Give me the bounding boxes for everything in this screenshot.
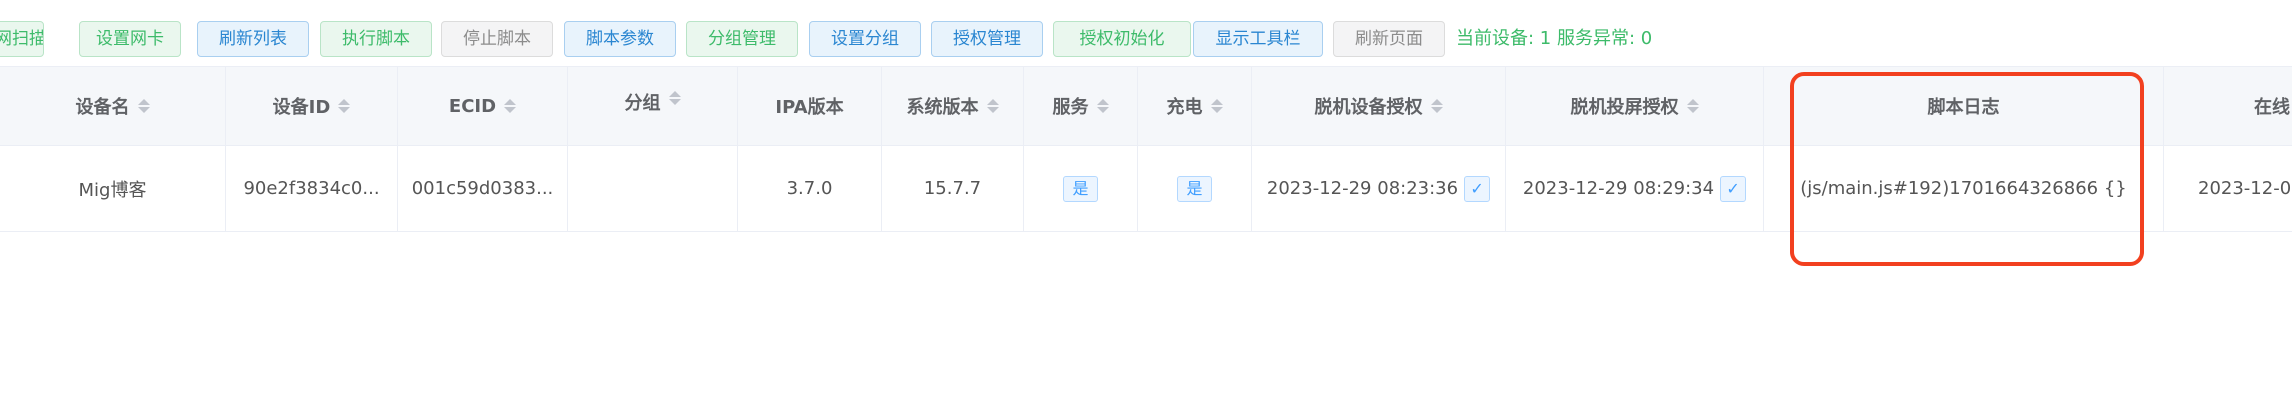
- column-header-device-name[interactable]: 设备名: [0, 67, 226, 145]
- cell-device-name: Mig博客: [0, 146, 226, 231]
- column-header-group[interactable]: 分组: [568, 67, 738, 145]
- column-label: ECID: [448, 95, 497, 117]
- column-header-online: 在线: [2164, 67, 2292, 145]
- column-header-script-log: 脚本日志: [1764, 67, 2164, 145]
- script-params-button[interactable]: 脚本参数: [564, 21, 676, 57]
- column-label: 脚本日志: [1927, 97, 2000, 118]
- sort-icon[interactable]: [1096, 97, 1109, 115]
- set-group-button[interactable]: 设置分组: [809, 21, 921, 57]
- cell-offline-device-auth: 2023-12-29 08:23:36 ✓: [1252, 146, 1506, 231]
- set-network-card-button[interactable]: 设置网卡: [79, 21, 181, 57]
- toolbar: 网扫描 设置网卡 刷新列表 执行脚本 停止脚本 脚本参数 分组管理 设置分组 授…: [0, 0, 2292, 66]
- offline-screen-auth-time: 2023-12-29 08:29:34: [1522, 178, 1715, 199]
- check-icon: ✓: [1464, 175, 1491, 202]
- column-label: 服务: [1052, 97, 1089, 118]
- check-icon: ✓: [1720, 175, 1747, 202]
- cell-os-version: 15.7.7: [882, 146, 1024, 231]
- sort-icon[interactable]: [1686, 97, 1699, 115]
- auth-management-button[interactable]: 授权管理: [931, 21, 1043, 57]
- table-row[interactable]: Mig博客 90e2f3834c0... 001c59d0383... 3.7.…: [0, 146, 2292, 232]
- table-header: 设备名 设备ID ECID 分组 IPA版本 系统版本 服务 充电 脱机设备授权…: [0, 66, 2292, 146]
- stop-script-button[interactable]: 停止脚本: [441, 21, 553, 57]
- column-header-device-id[interactable]: 设备ID: [226, 67, 398, 145]
- group-management-button[interactable]: 分组管理: [686, 21, 798, 57]
- cell-group: [568, 146, 738, 231]
- show-toolbar-button[interactable]: 显示工具栏: [1193, 21, 1323, 57]
- column-header-ecid[interactable]: ECID: [398, 67, 568, 145]
- cell-offline-screen-auth: 2023-12-29 08:29:34 ✓: [1506, 146, 1764, 231]
- column-label: 在线: [2254, 97, 2290, 118]
- network-scan-button[interactable]: 网扫描: [0, 21, 44, 57]
- device-table: 设备名 设备ID ECID 分组 IPA版本 系统版本 服务 充电 脱机设备授权…: [0, 66, 2292, 232]
- sort-icon[interactable]: [137, 97, 150, 115]
- column-label: IPA版本: [775, 97, 844, 118]
- sort-icon[interactable]: [668, 89, 681, 107]
- sort-icon[interactable]: [1210, 97, 1223, 115]
- column-header-os-version[interactable]: 系统版本: [882, 67, 1024, 145]
- column-header-service[interactable]: 服务: [1024, 67, 1138, 145]
- cell-service: 是: [1024, 146, 1138, 231]
- cell-online: 2023-12-04: [2198, 178, 2292, 199]
- cell-script-log: (js/main.js#192)1701664326866 {}: [1764, 146, 2164, 231]
- device-status-text: 当前设备: 1 服务异常: 0: [1456, 28, 1653, 49]
- cell-charging: 是: [1138, 146, 1252, 231]
- column-label: 分组: [624, 93, 661, 114]
- sort-icon[interactable]: [504, 97, 517, 115]
- run-script-button[interactable]: 执行脚本: [320, 21, 432, 57]
- sort-icon[interactable]: [338, 97, 351, 115]
- column-label: 脱机投屏授权: [1570, 97, 1679, 118]
- sort-icon[interactable]: [986, 97, 999, 115]
- cell-device-id: 90e2f3834c0...: [226, 146, 398, 231]
- charging-status-badge: 是: [1177, 175, 1212, 202]
- column-label: 充电: [1166, 97, 1203, 118]
- offline-device-auth-time: 2023-12-29 08:23:36: [1266, 178, 1459, 199]
- column-header-offline-screen-auth[interactable]: 脱机投屏授权: [1506, 67, 1764, 145]
- column-header-offline-device-auth[interactable]: 脱机设备授权: [1252, 67, 1506, 145]
- cell-ecid: 001c59d0383...: [398, 146, 568, 231]
- auth-init-button[interactable]: 授权初始化: [1053, 21, 1191, 57]
- column-header-ipa-version: IPA版本: [738, 67, 882, 145]
- column-header-charging[interactable]: 充电: [1138, 67, 1252, 145]
- sort-icon[interactable]: [1430, 97, 1443, 115]
- cell-ipa-version: 3.7.0: [738, 146, 882, 231]
- refresh-page-button[interactable]: 刷新页面: [1333, 21, 1445, 57]
- column-label: 设备ID: [272, 97, 331, 118]
- column-label: 脱机设备授权: [1314, 97, 1423, 118]
- refresh-list-button[interactable]: 刷新列表: [197, 21, 309, 57]
- service-status-badge: 是: [1063, 175, 1098, 202]
- column-label: 系统版本: [906, 97, 979, 118]
- column-label: 设备名: [75, 97, 130, 118]
